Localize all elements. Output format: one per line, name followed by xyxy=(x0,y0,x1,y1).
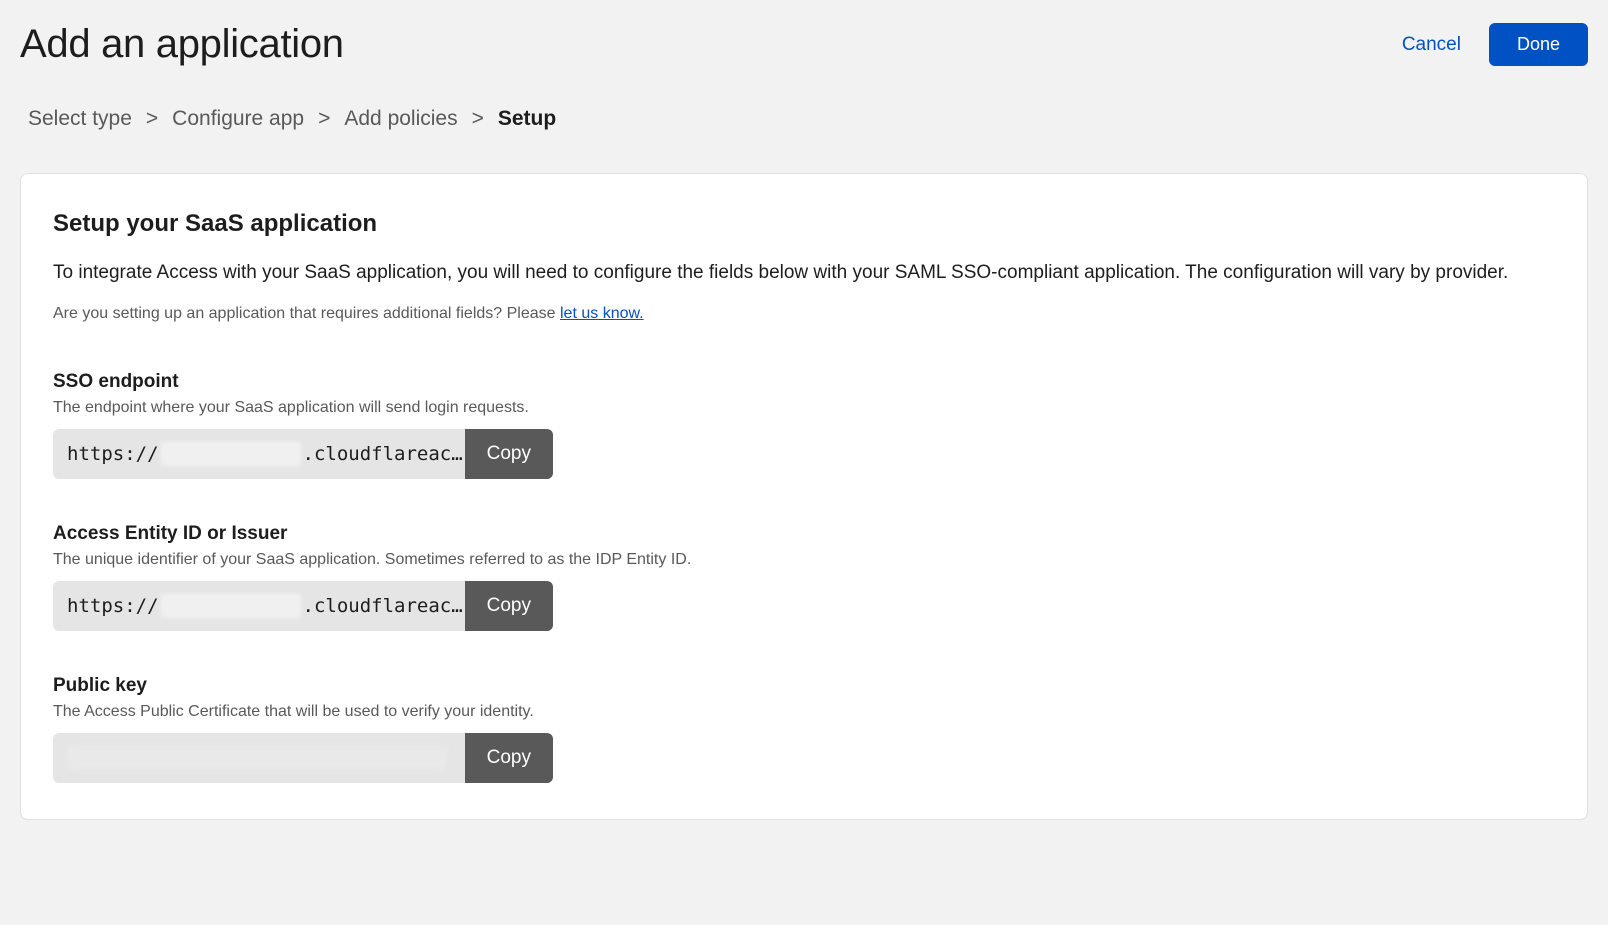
field-row: https:// .cloudflareac… Copy xyxy=(53,429,553,479)
field-sso-endpoint: SSO endpoint The endpoint where your Saa… xyxy=(53,371,1555,479)
field-label: Access Entity ID or Issuer xyxy=(53,523,1555,545)
page-title: Add an application xyxy=(20,22,344,67)
value-prefix: https:// xyxy=(67,443,159,465)
value-suffix: .cloudflareac… xyxy=(303,443,463,465)
copy-button[interactable]: Copy xyxy=(465,429,553,479)
value-prefix: https:// xyxy=(67,595,159,617)
access-entity-id-value: https:// .cloudflareac… xyxy=(53,581,465,631)
value-suffix: .cloudflareac… xyxy=(303,595,463,617)
card-intro: To integrate Access with your SaaS appli… xyxy=(53,260,1555,287)
breadcrumb-separator: > xyxy=(146,107,158,131)
let-us-know-link[interactable]: let us know. xyxy=(560,305,644,322)
field-row: https:// .cloudflareac… Copy xyxy=(53,581,553,631)
card-subintro-text: Are you setting up an application that r… xyxy=(53,305,560,322)
public-key-value xyxy=(53,733,465,783)
breadcrumb-separator: > xyxy=(472,107,484,131)
done-button[interactable]: Done xyxy=(1489,23,1588,66)
field-desc: The Access Public Certificate that will … xyxy=(53,703,1555,721)
breadcrumb-step-setup: Setup xyxy=(498,107,556,131)
field-label: Public key xyxy=(53,675,1555,697)
header-actions: Cancel Done xyxy=(1402,23,1588,66)
copy-button[interactable]: Copy xyxy=(465,581,553,631)
field-desc: The endpoint where your SaaS application… xyxy=(53,399,1555,417)
field-access-entity-id: Access Entity ID or Issuer The unique id… xyxy=(53,523,1555,631)
breadcrumb: Select type > Configure app > Add polici… xyxy=(28,107,1588,131)
breadcrumb-step-configure-app[interactable]: Configure app xyxy=(172,107,304,131)
redacted-segment xyxy=(67,746,447,770)
card-subintro: Are you setting up an application that r… xyxy=(53,305,1555,323)
field-desc: The unique identifier of your SaaS appli… xyxy=(53,551,1555,569)
field-public-key: Public key The Access Public Certificate… xyxy=(53,675,1555,783)
page-header: Add an application Cancel Done xyxy=(20,22,1588,67)
card-title: Setup your SaaS application xyxy=(53,210,1555,238)
setup-card: Setup your SaaS application To integrate… xyxy=(20,173,1588,820)
redacted-segment xyxy=(161,594,301,618)
copy-button[interactable]: Copy xyxy=(465,733,553,783)
sso-endpoint-value: https:// .cloudflareac… xyxy=(53,429,465,479)
breadcrumb-separator: > xyxy=(318,107,330,131)
field-label: SSO endpoint xyxy=(53,371,1555,393)
breadcrumb-step-add-policies[interactable]: Add policies xyxy=(344,107,457,131)
breadcrumb-step-select-type[interactable]: Select type xyxy=(28,107,132,131)
field-row: Copy xyxy=(53,733,553,783)
cancel-link[interactable]: Cancel xyxy=(1402,34,1461,56)
redacted-segment xyxy=(161,442,301,466)
